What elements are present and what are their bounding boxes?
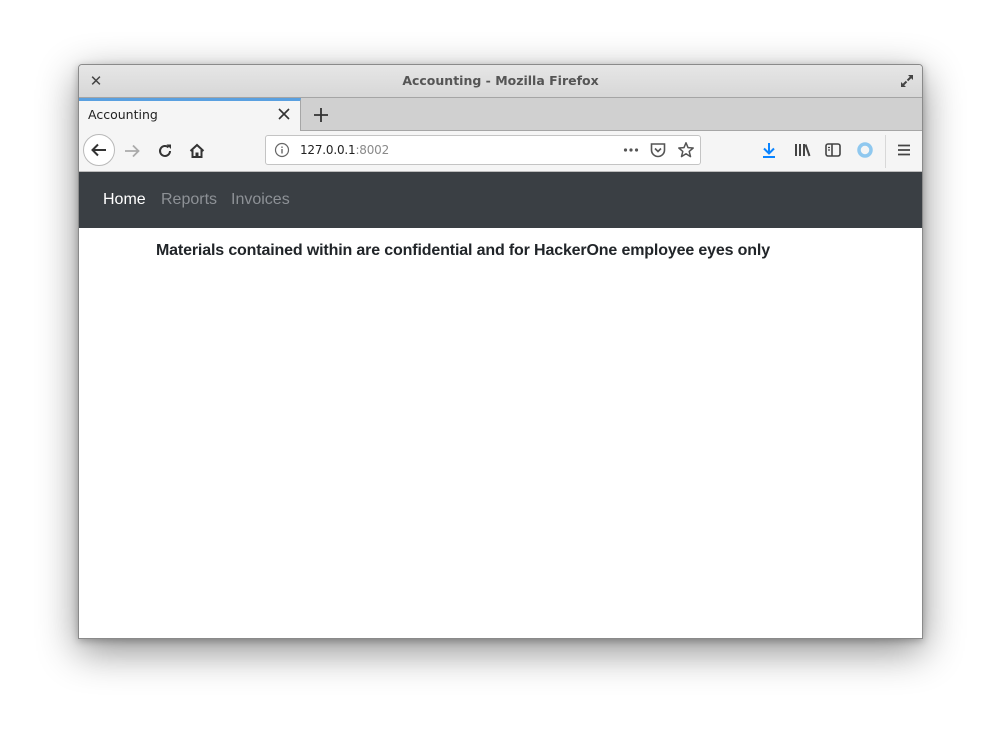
tab-label: Accounting <box>88 107 158 122</box>
url-port: :8002 <box>355 143 390 157</box>
site-navbar: Home Reports Invoices <box>79 172 922 228</box>
sync-icon[interactable] <box>856 141 874 159</box>
close-icon <box>278 108 290 120</box>
maximize-icon <box>901 75 913 87</box>
forward-button[interactable] <box>117 136 147 166</box>
title-bar: ✕ Accounting - Mozilla Firefox <box>79 65 922 98</box>
url-text[interactable]: 127.0.0.1:8002 <box>300 143 389 157</box>
maximize-button[interactable] <box>898 72 916 90</box>
browser-window: ✕ Accounting - Mozilla Firefox Accountin… <box>78 64 923 639</box>
confidentiality-notice: Materials contained within are confident… <box>156 242 770 259</box>
toolbar-separator <box>885 135 886 168</box>
tab-close-button[interactable] <box>274 104 294 124</box>
reload-button[interactable] <box>150 136 180 166</box>
tab-bar: Accounting <box>79 98 922 131</box>
download-icon[interactable] <box>760 141 778 159</box>
home-button[interactable] <box>182 136 212 166</box>
url-bar[interactable]: 127.0.0.1:8002 <box>265 135 701 165</box>
url-host: 127.0.0.1 <box>300 143 356 157</box>
back-button[interactable] <box>83 134 115 166</box>
more-icon[interactable] <box>622 141 640 159</box>
nav-reports-link[interactable]: Reports <box>161 191 217 209</box>
home-icon <box>189 143 205 158</box>
reload-icon <box>159 144 171 157</box>
sidebar-icon[interactable] <box>824 141 842 159</box>
nav-invoices-link[interactable]: Invoices <box>231 191 290 209</box>
nav-home-link[interactable]: Home <box>103 191 146 209</box>
window-title: Accounting - Mozilla Firefox <box>402 73 599 88</box>
page-content: Home Reports Invoices Materials containe… <box>79 172 922 638</box>
plus-icon <box>314 108 328 122</box>
navigation-toolbar: 127.0.0.1:8002 <box>79 131 922 172</box>
new-tab-button[interactable] <box>307 101 335 129</box>
tab-accounting[interactable]: Accounting <box>79 98 301 131</box>
pocket-icon[interactable] <box>649 141 667 159</box>
library-icon[interactable] <box>793 141 811 159</box>
info-icon[interactable] <box>274 142 290 158</box>
menu-icon[interactable] <box>895 141 913 159</box>
forward-icon <box>125 144 140 158</box>
back-icon <box>91 143 106 157</box>
star-icon[interactable] <box>677 141 695 159</box>
